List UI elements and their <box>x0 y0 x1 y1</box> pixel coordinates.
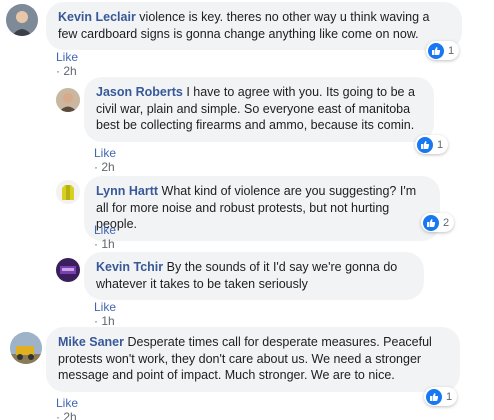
reaction-count: 1 <box>446 390 453 403</box>
reaction-count-badge[interactable]: 2 <box>421 213 455 232</box>
timestamp[interactable]: 2h <box>63 64 76 78</box>
thumbs-up-icon <box>417 136 433 153</box>
timestamp[interactable]: 2h <box>101 160 114 174</box>
comment-author[interactable]: Mike Saner <box>58 335 124 349</box>
like-button[interactable]: Like <box>94 300 116 314</box>
like-button[interactable]: Like <box>94 223 116 237</box>
separator: · <box>94 160 98 174</box>
separator: · <box>56 410 60 420</box>
comment-author[interactable]: Kevin Leclair <box>58 10 136 24</box>
thumbs-up-icon <box>423 214 439 231</box>
reaction-count-badge[interactable]: 1 <box>415 135 449 154</box>
comment-bubble: Kevin Leclair violence is key. theres no… <box>46 2 462 50</box>
separator: · <box>94 314 98 328</box>
like-button[interactable]: Like <box>56 396 78 410</box>
comment-actions: Like · 2h <box>56 396 78 420</box>
comment-bubble: Lynn Hartt What kind of violence are you… <box>84 176 440 241</box>
comment-actions: Like · 2h <box>56 50 78 78</box>
avatar[interactable] <box>56 88 80 112</box>
timestamp[interactable]: 2h <box>63 410 76 420</box>
comment-bubble: Mike Saner Desperate times call for desp… <box>46 327 460 392</box>
comment-bubble: Kevin Tchir By the sounds of it I'd say … <box>84 252 424 300</box>
comment-actions: Like · 1h <box>94 300 116 328</box>
avatar[interactable] <box>56 258 80 282</box>
reaction-count-badge[interactable]: 1 <box>426 41 460 60</box>
comment-actions: Like · 1h <box>94 223 116 251</box>
comment-author[interactable]: Lynn Hartt <box>96 184 158 198</box>
avatar[interactable] <box>56 180 80 204</box>
avatar[interactable] <box>6 4 38 36</box>
reaction-count: 2 <box>443 216 450 229</box>
comment-bubble: Jason Roberts I have to agree with you. … <box>84 77 434 142</box>
timestamp[interactable]: 1h <box>101 314 114 328</box>
comment-actions: Like · 2h <box>94 146 116 174</box>
timestamp[interactable]: 1h <box>101 237 114 251</box>
reaction-count: 1 <box>437 138 444 151</box>
comment-author[interactable]: Jason Roberts <box>96 85 183 99</box>
separator: · <box>94 237 98 251</box>
avatar[interactable] <box>10 332 42 364</box>
thumbs-up-icon <box>426 388 442 405</box>
thumbs-up-icon <box>428 42 444 59</box>
comment-author[interactable]: Kevin Tchir <box>96 260 163 274</box>
like-button[interactable]: Like <box>94 146 116 160</box>
reaction-count-badge[interactable]: 1 <box>424 387 458 406</box>
like-button[interactable]: Like <box>56 50 78 64</box>
separator: · <box>56 64 60 78</box>
reaction-count: 1 <box>448 44 455 57</box>
